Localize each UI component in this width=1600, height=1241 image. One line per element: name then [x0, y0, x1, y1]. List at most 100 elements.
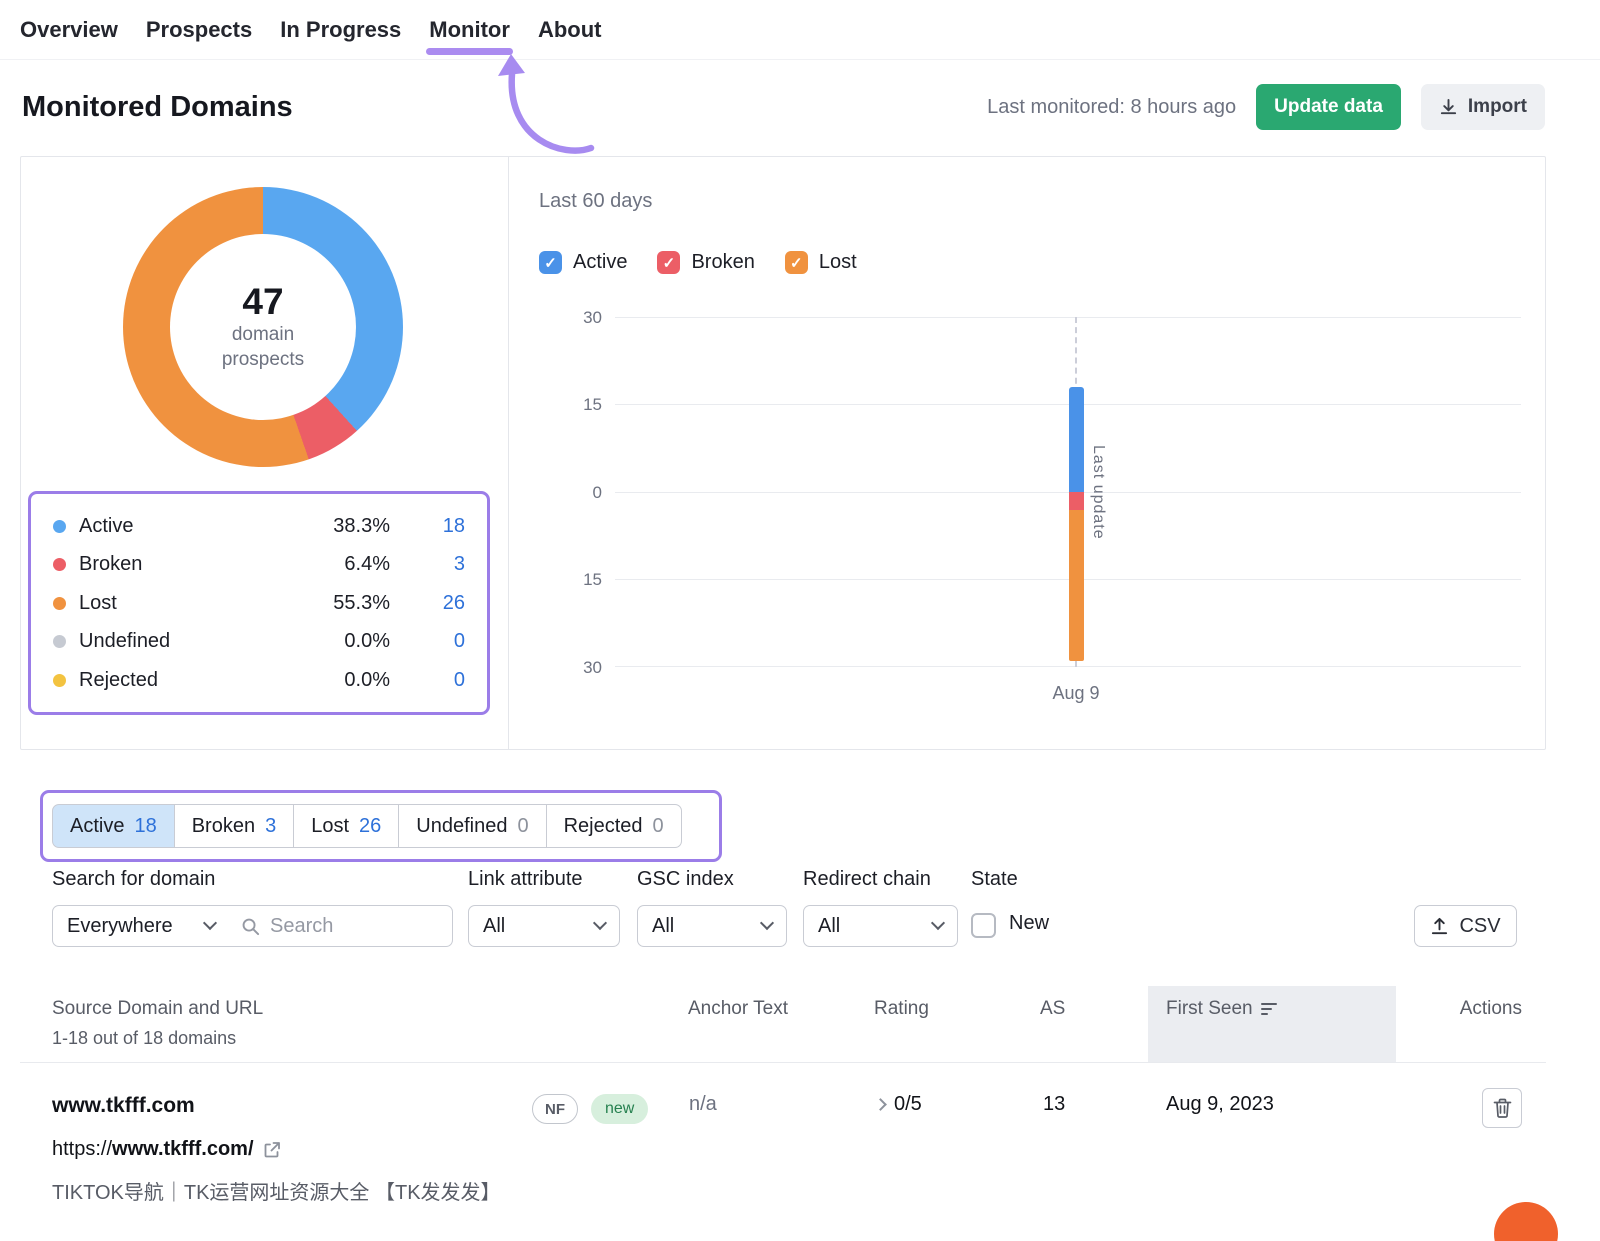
download-icon	[1439, 98, 1458, 117]
trend-chart: Last update Aug 9	[615, 317, 1521, 667]
table-row-count: 1-18 out of 18 domains	[52, 1028, 236, 1049]
donut-caption: domainprospects	[222, 323, 304, 372]
gsc-index-label: GSC index	[637, 868, 734, 891]
trend-legend: ✓ Active ✓ Broken ✓ Lost	[539, 251, 857, 274]
external-link-icon	[263, 1141, 281, 1159]
bar-lost	[1069, 510, 1084, 662]
row-rating[interactable]: 0/5	[876, 1093, 922, 1116]
x-axis-label: Aug 9	[1036, 683, 1116, 704]
page-header: Monitored Domains Last monitored: 8 hour…	[22, 84, 1545, 130]
tab-overview[interactable]: Overview	[20, 17, 118, 43]
col-first-seen[interactable]: First Seen	[1166, 998, 1277, 1020]
col-as: AS	[1040, 998, 1065, 1020]
tab-about[interactable]: About	[538, 17, 602, 43]
col-source-domain: Source Domain and URL	[52, 998, 263, 1020]
y-tick: 0	[558, 483, 602, 503]
panel-divider	[508, 157, 509, 749]
new-badge: new	[591, 1094, 648, 1124]
lost-dot-icon	[53, 597, 66, 610]
last-update-label: Last update	[1089, 317, 1107, 667]
y-tick: 15	[558, 395, 602, 415]
nofollow-badge: NF	[532, 1094, 578, 1124]
top-nav: Overview Prospects In Progress Monitor A…	[0, 0, 1600, 60]
status-tab-active[interactable]: Active18	[52, 804, 175, 848]
redirect-chain-select[interactable]: All	[803, 905, 958, 947]
row-page-title: TIKTOK导航｜TK运营网址资源大全 【TK发发发】	[52, 1176, 501, 1205]
col-anchor-text: Anchor Text	[688, 998, 788, 1020]
y-tick: 30	[558, 308, 602, 328]
checkbox-checked-icon[interactable]: ✓	[657, 251, 680, 274]
status-tab-broken[interactable]: Broken3	[174, 804, 295, 848]
gridline	[615, 404, 1521, 405]
donut-ring: 47 domainprospects	[123, 187, 403, 467]
chevron-right-icon	[874, 1098, 887, 1111]
gridline	[615, 492, 1521, 493]
legend-row-undefined: Undefined 0.0% 0	[53, 623, 465, 662]
chevron-down-icon	[760, 916, 774, 930]
state-new-label: New	[1009, 912, 1049, 935]
search-scope-select[interactable]: Everywhere	[52, 905, 230, 947]
search-input[interactable]	[270, 915, 420, 938]
annotation-box-legend: Active 38.3% 18 Broken 6.4% 3 Lost 55.3%…	[28, 491, 490, 715]
active-dot-icon	[53, 520, 66, 533]
status-tab-rejected[interactable]: Rejected0	[546, 804, 682, 848]
col-actions: Actions	[1455, 998, 1522, 1020]
row-domain: www.tkfff.com	[52, 1094, 195, 1118]
search-domain-label: Search for domain	[52, 868, 215, 891]
status-tab-undefined[interactable]: Undefined0	[398, 804, 546, 848]
redirect-chain-label: Redirect chain	[803, 868, 931, 891]
row-source-url[interactable]: https://www.tkfff.com/	[52, 1138, 281, 1161]
gridline	[615, 579, 1521, 580]
export-csv-button[interactable]: CSV	[1414, 905, 1517, 947]
row-first-seen: Aug 9, 2023	[1166, 1093, 1274, 1116]
divider	[20, 1062, 1546, 1063]
y-tick: 15	[558, 570, 602, 590]
legend-row-broken: Broken 6.4% 3	[53, 546, 465, 585]
domain-search-box	[229, 905, 453, 947]
status-tab-lost[interactable]: Lost26	[293, 804, 399, 848]
state-new-checkbox[interactable]	[971, 913, 996, 938]
state-label: State	[971, 868, 1018, 891]
col-rating: Rating	[874, 998, 929, 1020]
undefined-dot-icon	[53, 635, 66, 648]
chevron-down-icon	[931, 916, 945, 930]
checkbox-checked-icon[interactable]: ✓	[539, 251, 562, 274]
gridline	[615, 666, 1521, 667]
search-icon	[241, 917, 260, 936]
trash-icon	[1493, 1098, 1512, 1118]
sort-descending-icon	[1261, 1002, 1277, 1016]
tab-in-progress[interactable]: In Progress	[280, 17, 401, 43]
trend-toggle-active[interactable]: ✓ Active	[539, 251, 627, 274]
checkbox-checked-icon[interactable]: ✓	[785, 251, 808, 274]
y-tick: 30	[558, 658, 602, 678]
last-monitored-text: Last monitored: 8 hours ago	[987, 96, 1236, 119]
page-title: Monitored Domains	[22, 91, 293, 124]
link-attribute-label: Link attribute	[468, 868, 583, 891]
status-filter-tabs: Active18 Broken3 Lost26 Undefined0 Rejec…	[52, 804, 682, 848]
chevron-down-icon	[593, 916, 607, 930]
trend-toggle-lost[interactable]: ✓ Lost	[785, 251, 857, 274]
bar-active	[1069, 387, 1084, 492]
gridline	[615, 317, 1521, 318]
trend-toggle-broken[interactable]: ✓ Broken	[657, 251, 754, 274]
upload-icon	[1430, 917, 1449, 936]
broken-dot-icon	[53, 558, 66, 571]
chat-bubble[interactable]	[1494, 1202, 1558, 1241]
tab-prospects[interactable]: Prospects	[146, 17, 252, 43]
legend-row-lost: Lost 55.3% 26	[53, 584, 465, 623]
row-anchor-text: n/a	[689, 1093, 717, 1116]
trend-title: Last 60 days	[539, 190, 652, 213]
gsc-index-select[interactable]: All	[637, 905, 787, 947]
legend-row-active: Active 38.3% 18	[53, 507, 465, 546]
monitored-domains-page: Overview Prospects In Progress Monitor A…	[0, 0, 1600, 1241]
donut-center: 47 domainprospects	[170, 234, 356, 420]
rejected-dot-icon	[53, 674, 66, 687]
update-data-button[interactable]: Update data	[1256, 84, 1401, 130]
import-button[interactable]: Import	[1421, 84, 1545, 130]
tab-monitor[interactable]: Monitor	[429, 17, 510, 43]
row-authority-score: 13	[1043, 1093, 1065, 1116]
chevron-down-icon	[203, 916, 217, 930]
link-attribute-select[interactable]: All	[468, 905, 620, 947]
legend-row-rejected: Rejected 0.0% 0	[53, 661, 465, 700]
delete-row-button[interactable]	[1482, 1088, 1522, 1128]
